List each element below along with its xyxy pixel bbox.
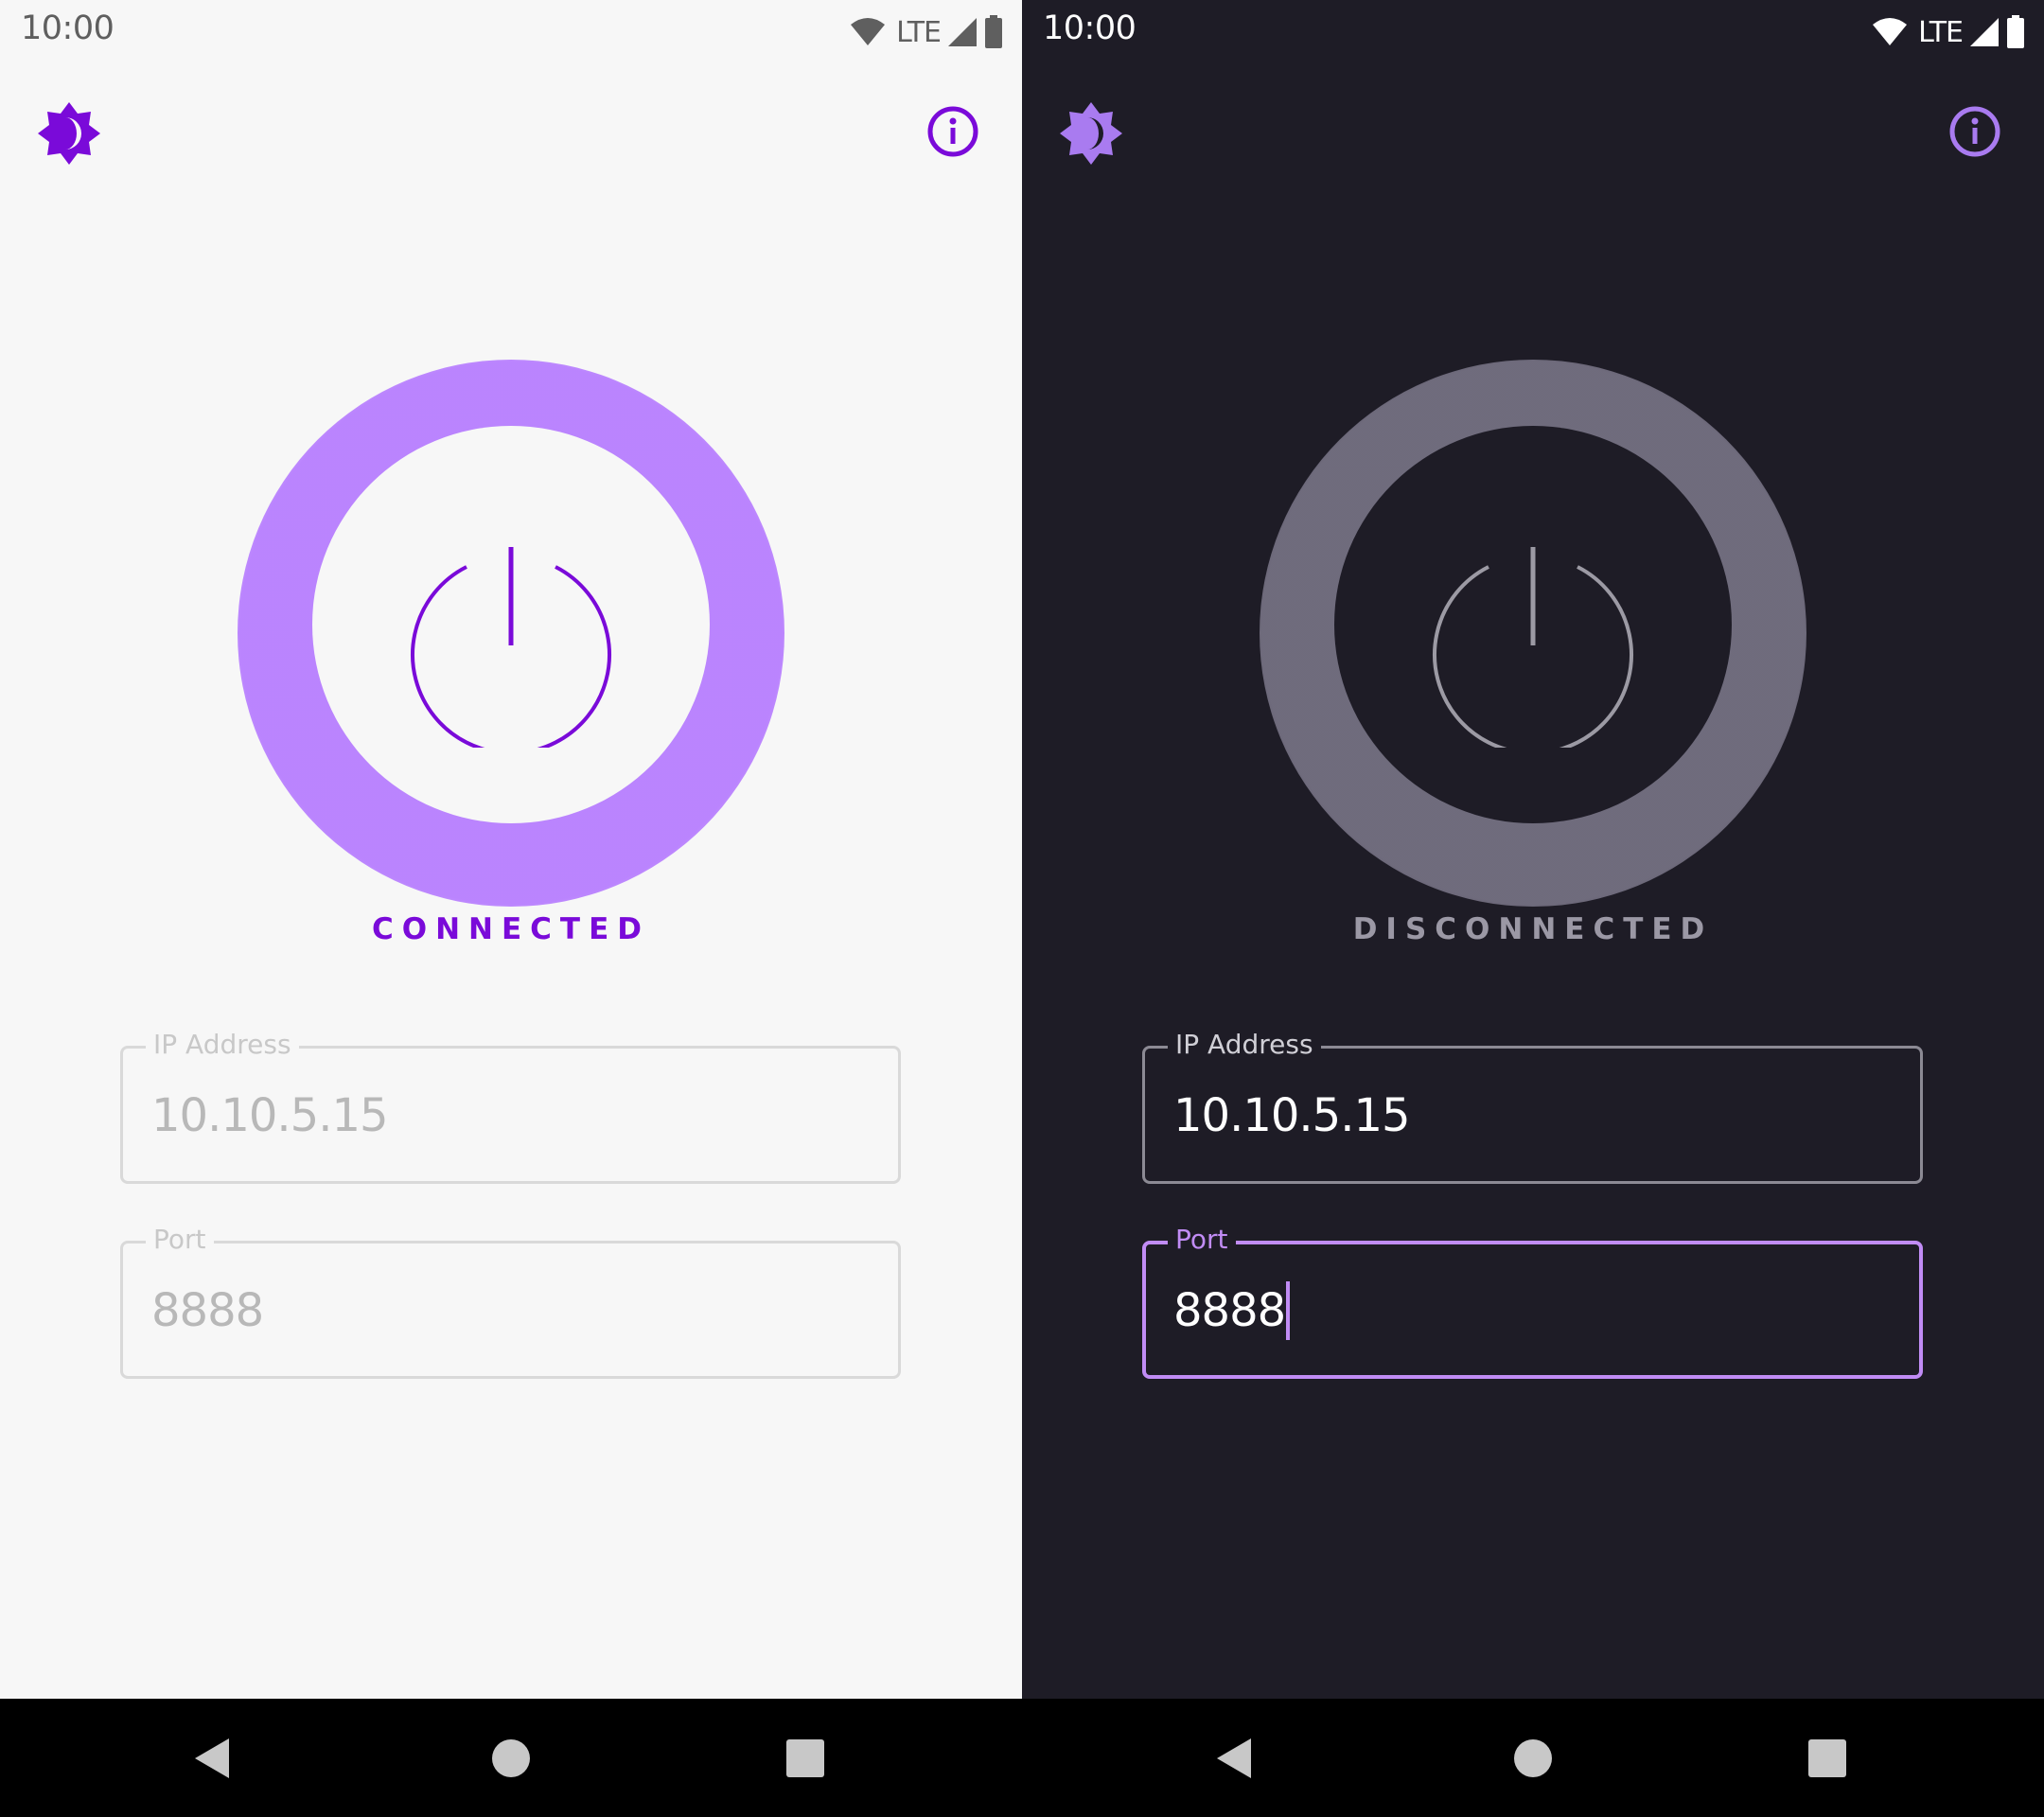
ip-address-field[interactable]: IP Address 10.10.5.15 bbox=[1142, 1030, 1923, 1184]
network-type-label: LTE bbox=[1918, 15, 1964, 49]
port-label: Port bbox=[146, 1225, 214, 1255]
power-button[interactable] bbox=[1334, 426, 1732, 823]
connection-status: CONNECTED bbox=[372, 912, 650, 946]
home-icon[interactable] bbox=[1511, 1737, 1555, 1780]
cell-signal-icon bbox=[1970, 18, 1999, 46]
text-cursor bbox=[1286, 1281, 1291, 1340]
info-icon bbox=[927, 106, 978, 157]
wifi-icon bbox=[851, 18, 886, 45]
power-icon bbox=[1433, 547, 1633, 748]
info-button[interactable] bbox=[1942, 98, 2008, 165]
port-field-focused[interactable]: Port 8888 bbox=[1142, 1225, 1923, 1379]
system-navigation-bar bbox=[0, 1699, 2044, 1817]
ip-address-label: IP Address bbox=[1168, 1030, 1321, 1060]
recents-icon[interactable] bbox=[1806, 1737, 1849, 1780]
ip-address-label: IP Address bbox=[146, 1030, 299, 1060]
cell-signal-icon bbox=[948, 18, 977, 46]
status-bar: 10:00 LTE bbox=[0, 0, 1022, 62]
status-icons: LTE bbox=[849, 13, 1003, 51]
power-icon bbox=[411, 547, 611, 748]
battery-icon bbox=[985, 15, 1002, 48]
status-time: 10:00 bbox=[21, 9, 115, 47]
port-field[interactable]: Port 8888 bbox=[120, 1225, 901, 1379]
ip-address-value: 10.10.5.15 bbox=[1173, 1089, 1411, 1142]
info-button[interactable] bbox=[920, 98, 986, 165]
dark-theme-screen: 10:00 LTE DISCONNECTED IP Address 10.10.… bbox=[1022, 0, 2044, 1699]
port-value-container: 8888 bbox=[1173, 1281, 1291, 1340]
port-value: 8888 bbox=[151, 1284, 264, 1337]
status-time: 10:00 bbox=[1043, 9, 1137, 47]
wifi-icon bbox=[1873, 18, 1908, 45]
port-value: 8888 bbox=[1173, 1284, 1286, 1337]
status-icons: LTE bbox=[1871, 13, 2025, 51]
back-icon[interactable] bbox=[1213, 1737, 1257, 1780]
light-theme-screen: 10:00 LTE CONNECTED IP Address 10.10.5.1… bbox=[0, 0, 1022, 1699]
power-button[interactable] bbox=[312, 426, 710, 823]
network-type-label: LTE bbox=[896, 15, 942, 49]
brightness-auto-icon bbox=[1060, 102, 1122, 165]
ip-address-value: 10.10.5.15 bbox=[151, 1089, 389, 1142]
back-icon[interactable] bbox=[191, 1737, 235, 1780]
status-bar: 10:00 LTE bbox=[1022, 0, 2044, 62]
port-label: Port bbox=[1168, 1225, 1236, 1255]
home-icon[interactable] bbox=[489, 1737, 533, 1780]
battery-icon bbox=[2007, 15, 2024, 48]
brightness-auto-icon bbox=[38, 102, 100, 165]
theme-toggle-button[interactable] bbox=[34, 98, 104, 168]
ip-address-field[interactable]: IP Address 10.10.5.15 bbox=[120, 1030, 901, 1184]
info-icon bbox=[1949, 106, 2000, 157]
recents-icon[interactable] bbox=[784, 1737, 827, 1780]
theme-toggle-button[interactable] bbox=[1056, 98, 1126, 168]
connection-status: DISCONNECTED bbox=[1352, 912, 1714, 946]
